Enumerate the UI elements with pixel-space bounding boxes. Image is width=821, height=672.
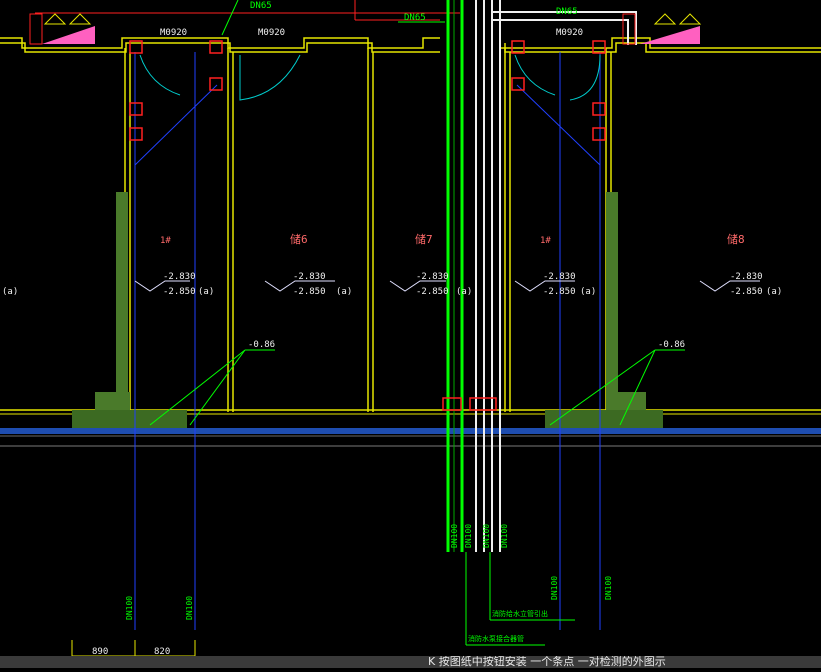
level-2-suffix: (a) <box>336 287 352 297</box>
room-label-1: 1# <box>160 236 171 246</box>
pipe-label-5: DN100 <box>450 524 459 548</box>
hydrant-symbol-right <box>622 13 702 45</box>
level-5-top: -2.830 <box>730 272 763 282</box>
door-m0920-c: M0920 <box>556 28 583 38</box>
pipe-label-1: DN100 <box>125 596 134 620</box>
status-text: K 按图纸中按钮安装 一个条点 一对检测的外图示 <box>428 656 666 668</box>
label-dn65-a: DN65 <box>250 1 272 11</box>
level-4-top: -2.830 <box>543 272 576 282</box>
level-2-top: -2.830 <box>293 272 326 282</box>
pipe-label-7: DN100 <box>482 524 491 548</box>
callout-1: 消防给水立管引出 <box>492 609 548 618</box>
status-bar: K 按图纸中按钮安装 一个条点 一对检测的外图示 <box>0 656 821 668</box>
level-4-suffix: (a) <box>580 287 596 297</box>
pipe-label-4: DN100 <box>604 576 613 600</box>
level-3-top: -2.830 <box>416 272 449 282</box>
leader-lines <box>149 0 685 646</box>
label-dn65-b: DN65 <box>404 13 426 23</box>
room-label-2: 储6 <box>290 232 308 246</box>
room-label-4: 1# <box>540 236 551 246</box>
level-left-edge: (a) <box>2 287 18 297</box>
note-2: -0.86 <box>658 340 685 350</box>
level-5-suffix: (a) <box>766 287 782 297</box>
pipe-label-3: DN100 <box>550 576 559 600</box>
door-m0920-b: M0920 <box>258 28 285 38</box>
ground-band <box>0 428 821 434</box>
level-5-bot: -2.850 <box>730 287 763 297</box>
pipe-label-2: DN100 <box>185 596 194 620</box>
pipe-label-8: DN100 <box>500 524 509 548</box>
vertical-walls <box>124 48 612 412</box>
room-label-3: 储7 <box>415 232 433 246</box>
level-3-bot: -2.850 <box>416 287 449 297</box>
level-3-suffix: (a) <box>456 287 472 297</box>
room-label-5: 储8 <box>727 232 745 246</box>
level-4-bot: -2.850 <box>543 287 576 297</box>
hydrant-symbol-left <box>29 13 95 45</box>
green-pipes <box>446 0 464 552</box>
label-dn65-c: DN65 <box>556 7 578 17</box>
level-2-bot: -2.850 <box>293 287 326 297</box>
callout-2: 消防水泵接合器管 <box>468 634 524 643</box>
level-1-top: -2.830 <box>163 272 196 282</box>
cad-drawing-canvas[interactable]: DN65 DN65 DN65 M0920 M0920 M0920 1# 储6 储… <box>0 0 821 668</box>
level-1-bot: -2.850 <box>163 287 196 297</box>
note-1: -0.86 <box>248 340 275 350</box>
door-m0920-a: M0920 <box>160 28 187 38</box>
level-1-suffix: (a) <box>198 287 214 297</box>
pipe-label-6: DN100 <box>464 524 473 548</box>
